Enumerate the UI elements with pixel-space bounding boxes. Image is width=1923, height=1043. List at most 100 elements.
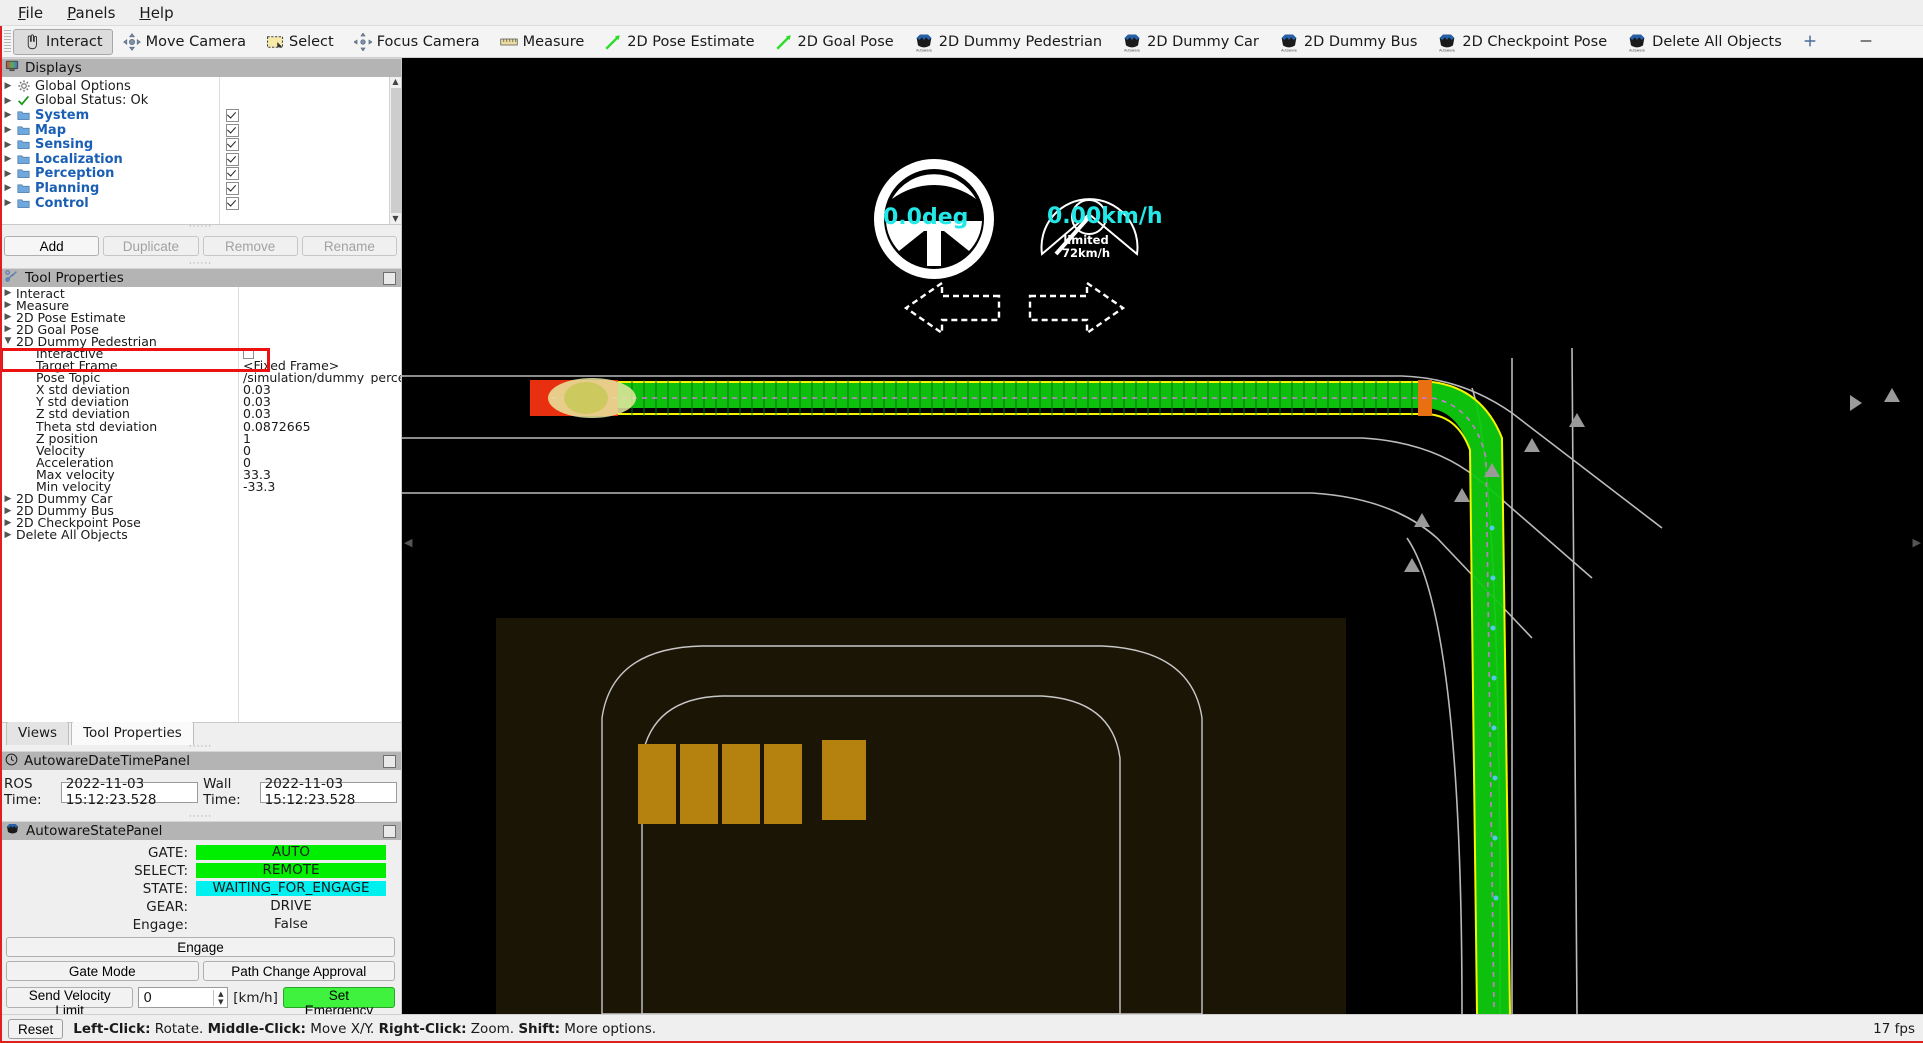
- tool-2d-dummy-car[interactable]: Autoware 2D Dummy Car: [1112, 29, 1269, 55]
- value-min-velocity[interactable]: -33.3: [239, 481, 401, 493]
- expand-arrow-icon[interactable]: ▶: [0, 81, 16, 91]
- value-velocity[interactable]: 0: [239, 444, 401, 456]
- viewport-collapse-left-handle[interactable]: ◀: [404, 536, 412, 549]
- display-row-map[interactable]: ▶ Map: [0, 123, 219, 138]
- tab-tool-properties[interactable]: Tool Properties: [71, 721, 194, 745]
- tool-move-camera[interactable]: Move Camera: [113, 29, 256, 55]
- expand-arrow-icon[interactable]: ▶: [0, 154, 16, 164]
- viewport-collapse-right-handle[interactable]: ▶: [1913, 536, 1921, 549]
- remove-button[interactable]: Remove: [203, 236, 298, 256]
- expand-arrow-icon[interactable]: ▶: [0, 125, 16, 135]
- tab-views[interactable]: Views: [6, 721, 69, 745]
- state-row-state: STATE: WAITING_FOR_ENGAGE: [6, 880, 395, 897]
- stepper-arrows-icon[interactable]: ▲▼: [213, 990, 227, 1006]
- set-emergency-button[interactable]: Set Emergency: [283, 987, 395, 1008]
- expand-arrow-icon[interactable]: ▶: [0, 324, 16, 334]
- ros-time-value[interactable]: 2022-11-03 15:12:23.528: [61, 782, 198, 803]
- collapse-arrow-icon[interactable]: ▼: [0, 336, 16, 346]
- 3d-render-view[interactable]: 0.0deg 0.00km/h limited 72km/h: [402, 58, 1923, 1014]
- interactive-checkbox[interactable]: [243, 348, 254, 359]
- tool-2d-checkpoint-pose[interactable]: Autoware 2D Checkpoint Pose: [1427, 29, 1617, 55]
- svg-text:Autoware: Autoware: [916, 48, 932, 52]
- display-row-planning[interactable]: ▶ Planning: [0, 181, 219, 196]
- scroll-up-arrow-icon[interactable]: ▲: [392, 77, 398, 87]
- displays-panel-title: Displays: [25, 60, 82, 76]
- tool-add[interactable]: [1792, 29, 1830, 55]
- value-x-std-deviation[interactable]: 0.03: [239, 384, 401, 396]
- displays-scrollbar[interactable]: ▲ ▼: [389, 77, 401, 224]
- duplicate-button[interactable]: Duplicate: [103, 236, 198, 256]
- tool-2d-dummy-bus[interactable]: Autoware 2D Dummy Bus: [1269, 29, 1428, 55]
- display-label: Sensing: [31, 137, 93, 152]
- menu-file[interactable]: File: [8, 1, 53, 25]
- reset-button[interactable]: Reset: [8, 1019, 63, 1039]
- velocity-limit-stepper[interactable]: 0 ▲▼: [138, 987, 228, 1008]
- display-row-sensing[interactable]: ▶ Sensing: [0, 137, 219, 152]
- expand-arrow-icon[interactable]: ▶: [0, 140, 16, 150]
- velocity-limit-value[interactable]: 0: [139, 990, 213, 1006]
- tool-focus-camera[interactable]: Focus Camera: [344, 29, 490, 55]
- expand-arrow-icon[interactable]: ▶: [0, 300, 16, 310]
- display-row-localization[interactable]: ▶ Localization: [0, 152, 219, 167]
- value-cell: [239, 287, 401, 299]
- tool-measure[interactable]: Measure: [490, 29, 595, 55]
- expand-arrow-icon[interactable]: ▶: [0, 183, 16, 193]
- expand-arrow-icon[interactable]: ▶: [0, 518, 16, 528]
- display-row-global-status[interactable]: ▶ Global Status: Ok: [0, 94, 219, 109]
- value-z-position[interactable]: 1: [239, 432, 401, 444]
- float-panel-button[interactable]: [383, 755, 396, 768]
- tool-select[interactable]: Select: [256, 29, 344, 55]
- value-pose-topic[interactable]: /simulation/dummy_perceptio...: [239, 372, 401, 384]
- display-row-global-options[interactable]: ▶ Global Options: [0, 79, 219, 94]
- rename-button[interactable]: Rename: [302, 236, 397, 256]
- display-enable-checkbox-localization[interactable]: [226, 153, 239, 166]
- expand-arrow-icon[interactable]: ▶: [0, 312, 16, 322]
- value-target-frame[interactable]: <Fixed Frame>: [239, 360, 401, 372]
- tool-prop-row-delete-all-objects[interactable]: ▶Delete All Objects: [0, 529, 238, 541]
- display-enable-checkbox-sensing[interactable]: [226, 138, 239, 151]
- display-row-system[interactable]: ▶ System: [0, 108, 219, 123]
- fps-counter: 17 fps: [1873, 1021, 1915, 1037]
- expand-arrow-icon[interactable]: ▶: [0, 530, 16, 540]
- tool-2d-pose-estimate[interactable]: 2D Pose Estimate: [594, 29, 764, 55]
- display-enable-checkbox-planning[interactable]: [226, 182, 239, 195]
- expand-arrow-icon[interactable]: ▶: [0, 506, 16, 516]
- expand-arrow-icon[interactable]: ▶: [0, 110, 16, 120]
- value-acceleration[interactable]: 0: [239, 456, 401, 468]
- autoware-icon: Autoware: [1437, 32, 1457, 52]
- value-y-std-deviation[interactable]: 0.03: [239, 396, 401, 408]
- display-monitor-icon: [5, 59, 19, 77]
- value-theta-std-deviation[interactable]: 0.0872665: [239, 420, 401, 432]
- display-enable-checkbox-map[interactable]: [226, 124, 239, 137]
- gate-mode-button[interactable]: Gate Mode: [6, 961, 199, 981]
- display-row-control[interactable]: ▶ Control: [0, 196, 219, 211]
- tool-interact[interactable]: Interact: [13, 29, 113, 55]
- expand-arrow-icon[interactable]: ▶: [0, 96, 16, 106]
- float-panel-button[interactable]: [383, 272, 396, 285]
- scrollbar-thumb[interactable]: [391, 88, 401, 213]
- display-enable-checkbox-perception[interactable]: [226, 167, 239, 180]
- toolbar-grip[interactable]: [4, 30, 11, 54]
- send-velocity-limit-button[interactable]: Send Velocity Limit: [6, 987, 133, 1008]
- engage-button[interactable]: Engage: [6, 937, 395, 957]
- expand-arrow-icon[interactable]: ▶: [0, 288, 16, 298]
- value-z-std-deviation[interactable]: 0.03: [239, 408, 401, 420]
- expand-arrow-icon[interactable]: ▶: [0, 198, 16, 208]
- expand-arrow-icon[interactable]: ▶: [0, 494, 16, 504]
- add-button[interactable]: Add: [4, 236, 99, 256]
- tool-2d-goal-pose[interactable]: 2D Goal Pose: [765, 29, 904, 55]
- display-row-perception[interactable]: ▶ Perception: [0, 167, 219, 182]
- expand-arrow-icon[interactable]: ▶: [0, 169, 16, 179]
- display-enable-checkbox-system[interactable]: [226, 109, 239, 122]
- tool-delete-all-objects[interactable]: Autoware Delete All Objects: [1617, 29, 1792, 55]
- scroll-down-arrow-icon[interactable]: ▼: [392, 214, 398, 224]
- menu-panels[interactable]: Panels: [57, 1, 125, 25]
- float-panel-button[interactable]: [383, 825, 396, 838]
- tool-2d-dummy-pedestrian[interactable]: Autoware 2D Dummy Pedestrian: [904, 29, 1112, 55]
- path-change-approval-button[interactable]: Path Change Approval: [203, 961, 396, 981]
- menu-help[interactable]: Help: [129, 1, 183, 25]
- tool-remove[interactable]: [1848, 29, 1886, 55]
- value-max-velocity[interactable]: 33.3: [239, 468, 401, 480]
- wall-time-value[interactable]: 2022-11-03 15:12:23.528: [260, 782, 397, 803]
- display-enable-checkbox-control[interactable]: [226, 197, 239, 210]
